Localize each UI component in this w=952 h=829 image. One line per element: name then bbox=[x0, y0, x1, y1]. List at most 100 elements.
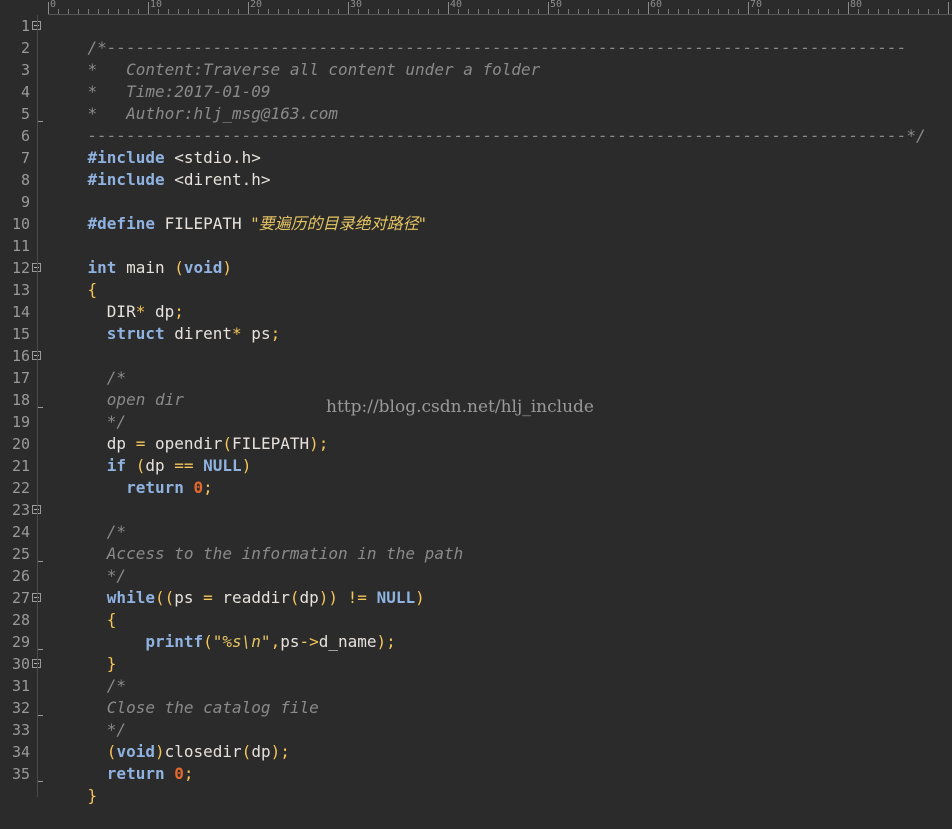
code-line-13: DIR* dp; bbox=[49, 279, 184, 321]
line-number: 11 bbox=[11, 237, 30, 255]
line-number: 22 bbox=[11, 479, 30, 497]
code-line-7: #include <dirent.h> bbox=[49, 147, 271, 189]
code-line-33: (void)closedir(dp); bbox=[49, 719, 290, 761]
comment-text: Access to the information in the path bbox=[106, 544, 464, 563]
ruler-tick bbox=[198, 9, 199, 14]
line-number: 32 bbox=[11, 699, 30, 717]
line-number: 13 bbox=[11, 281, 30, 299]
ruler-tick bbox=[728, 9, 729, 14]
ruler-tick bbox=[218, 9, 219, 14]
function-name: printf bbox=[145, 632, 204, 651]
keyword: return bbox=[106, 764, 165, 783]
ruler-tick bbox=[278, 9, 279, 14]
code-line-2: * Content:Traverse all content under a f… bbox=[49, 37, 541, 79]
ruler-label: 0 bbox=[50, 0, 57, 10]
ruler-label: 70 bbox=[750, 0, 763, 10]
operator: -> bbox=[299, 632, 319, 651]
ruler-tick bbox=[798, 9, 799, 14]
punct: ) bbox=[376, 632, 387, 651]
ruler-tick bbox=[548, 2, 549, 14]
ruler-tick bbox=[648, 2, 649, 14]
punct: ( bbox=[203, 632, 213, 651]
line-number: 6 bbox=[20, 127, 30, 145]
ruler-tick bbox=[538, 9, 539, 14]
punct: ) bbox=[270, 742, 281, 761]
punct: (( bbox=[154, 588, 175, 607]
punct: ) bbox=[222, 258, 233, 277]
code-line-18: */ bbox=[49, 389, 126, 431]
line-number: 25 bbox=[11, 545, 30, 563]
line-number: 23 bbox=[11, 501, 30, 519]
ruler-tick bbox=[118, 9, 119, 14]
watermark-text: http://blog.csdn.net/hlj_include bbox=[326, 397, 594, 417]
ruler-label: 20 bbox=[250, 0, 263, 10]
code-line-27: { bbox=[49, 587, 117, 629]
number-literal: 0 bbox=[193, 478, 204, 497]
ruler-tick bbox=[78, 9, 79, 14]
ruler-tick bbox=[88, 9, 89, 14]
punct: ) bbox=[309, 434, 319, 453]
punct: , bbox=[270, 632, 281, 651]
punct: ( bbox=[174, 258, 184, 277]
ruler-tick bbox=[438, 9, 439, 14]
ruler-tick bbox=[608, 9, 609, 14]
ruler-label: 60 bbox=[650, 0, 663, 10]
punct: )) bbox=[318, 588, 339, 607]
code-line-31: Close the catalog file bbox=[49, 675, 319, 717]
ruler-tick bbox=[448, 2, 449, 14]
ruler-tick bbox=[148, 2, 149, 14]
number-literal: 0 bbox=[174, 764, 184, 783]
code-line-3: * Time:2017-01-09 bbox=[49, 59, 271, 101]
ruler-tick bbox=[768, 9, 769, 14]
ruler-tick bbox=[788, 9, 789, 14]
line-number: 17 bbox=[11, 369, 30, 387]
ruler-tick bbox=[468, 9, 469, 14]
identifier: ps bbox=[174, 588, 194, 607]
ruler-tick bbox=[398, 9, 399, 14]
ruler-label: 10 bbox=[150, 0, 163, 10]
line-number: 7 bbox=[20, 149, 30, 167]
punct: ) bbox=[241, 456, 252, 475]
ruler-tick bbox=[488, 9, 489, 14]
string-literal: "%s\n" bbox=[212, 632, 271, 651]
punct: } bbox=[87, 786, 98, 805]
ruler-tick bbox=[328, 9, 329, 14]
line-number: 24 bbox=[11, 523, 30, 541]
code-line-16: /* bbox=[49, 345, 126, 387]
line-number: 19 bbox=[11, 413, 30, 431]
function-name: readdir bbox=[222, 588, 290, 607]
ruler-tick bbox=[718, 9, 719, 14]
ruler-tick bbox=[878, 9, 879, 14]
ruler-label: 40 bbox=[450, 0, 463, 10]
line-number: 27 bbox=[11, 589, 30, 607]
ruler-tick bbox=[938, 9, 939, 14]
identifier: dp bbox=[299, 588, 319, 607]
ruler-tick bbox=[948, 2, 949, 14]
ruler-tick bbox=[678, 9, 679, 14]
ruler-tick bbox=[248, 2, 249, 14]
ruler-tick bbox=[738, 9, 739, 14]
comment-text: Close the catalog file bbox=[106, 698, 319, 717]
line-number: 26 bbox=[11, 567, 30, 585]
ruler-tick bbox=[808, 9, 809, 14]
ruler-label: 80 bbox=[850, 0, 863, 10]
code-line-14: struct dirent* ps; bbox=[49, 301, 280, 343]
line-number: 35 bbox=[11, 765, 30, 783]
macro-name: FILEPATH bbox=[154, 214, 252, 233]
ruler-tick bbox=[588, 9, 589, 14]
code-line-6: #include <stdio.h> bbox=[49, 125, 261, 167]
identifier: ps bbox=[280, 632, 300, 651]
identifier: main bbox=[116, 258, 175, 277]
identifier: dirent bbox=[164, 324, 233, 343]
code-line-9: #define FILEPATH "要遍历的目录绝对路径" bbox=[49, 191, 427, 233]
ruler-tick bbox=[408, 9, 409, 14]
code-line-28: printf("%s\n",ps->d_name); bbox=[49, 609, 395, 651]
ruler-tick bbox=[138, 9, 139, 14]
ruler-tick bbox=[748, 2, 749, 14]
ruler-tick bbox=[888, 9, 889, 14]
line-number: 12 bbox=[11, 259, 30, 277]
ruler-tick bbox=[708, 9, 709, 14]
ruler-tick bbox=[528, 9, 529, 14]
